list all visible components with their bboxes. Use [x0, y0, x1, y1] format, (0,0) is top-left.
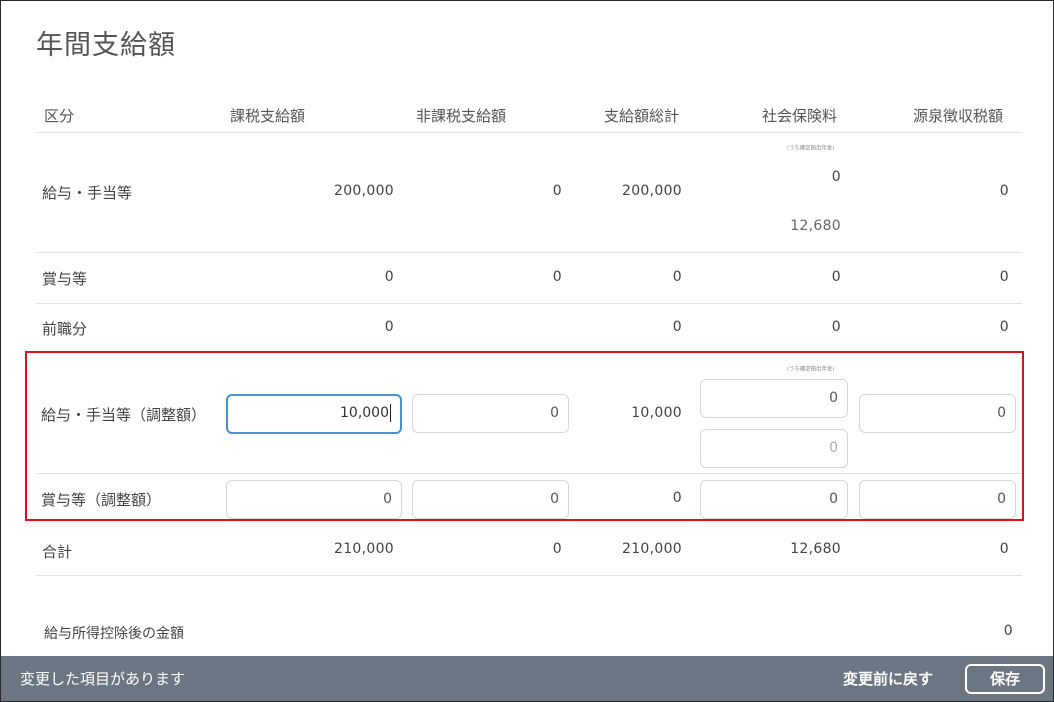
header-total: 支給額総計	[604, 107, 680, 125]
bonus-total: 0	[672, 269, 682, 285]
bonus-adj-total: 0	[672, 490, 682, 506]
bonus-adj-taxable-input[interactable]: 0	[226, 480, 402, 519]
previous-social-insurance: 0	[831, 319, 841, 335]
previous-total: 0	[672, 319, 682, 335]
header-taxable: 課税支給額	[230, 107, 306, 125]
divider	[36, 303, 1022, 304]
footer-bar: 変更した項目があります 変更前に戻す 保存	[1, 656, 1053, 701]
save-button[interactable]: 保存	[965, 664, 1045, 694]
row-label-total: 合計	[42, 543, 73, 561]
salary-social-insurance: 12,680	[790, 218, 841, 234]
salary-adj-withholding-input[interactable]: 0	[859, 394, 1016, 433]
bonus-adj-social-insurance-input[interactable]: 0	[700, 480, 848, 519]
salary-adj-taxable-value: 10,000	[340, 405, 389, 421]
row-label-salary: 給与・手当等	[42, 184, 133, 202]
header-social-insurance: 社会保険料	[762, 107, 838, 125]
salary-adj-total: 10,000	[631, 405, 682, 421]
header-category: 区分	[44, 107, 75, 125]
row-label-bonus: 賞与等	[42, 270, 88, 288]
header-nontaxable: 非課税支給額	[416, 107, 507, 125]
divider	[36, 132, 1022, 133]
divider	[36, 252, 1022, 253]
salary-social-dc: 0	[831, 169, 841, 185]
after-deduction-label: 給与所得控除後の金額	[44, 626, 184, 642]
row-label-bonus-adjustment: 賞与等（調整額）	[41, 491, 162, 509]
salary-taxable: 200,000	[334, 183, 394, 199]
salary-adj-nontaxable-input[interactable]: 0	[412, 394, 569, 433]
previous-taxable: 0	[384, 319, 394, 335]
revert-button[interactable]: 変更前に戻す	[843, 668, 933, 689]
page-title: 年間支給額	[36, 30, 176, 61]
salary-adj-dc-note: (うち確定拠出年金)	[787, 365, 835, 373]
divider	[36, 575, 1022, 576]
salary-adj-social-insurance-input[interactable]: 0	[700, 429, 848, 468]
salary-nontaxable: 0	[552, 183, 562, 199]
row-label-previous-job: 前職分	[42, 320, 88, 338]
bonus-withholding: 0	[999, 269, 1009, 285]
header-withholding-tax: 源泉徴収税額	[913, 107, 1004, 125]
bonus-social-insurance: 0	[831, 269, 841, 285]
unsaved-changes-message: 変更した項目があります	[20, 670, 186, 688]
bonus-nontaxable: 0	[552, 269, 562, 285]
sum-social-insurance: 12,680	[790, 541, 841, 557]
previous-withholding: 0	[999, 319, 1009, 335]
salary-adj-social-dc-input[interactable]: 0	[700, 379, 848, 418]
sum-taxable: 210,000	[334, 541, 394, 557]
sum-nontaxable: 0	[552, 541, 562, 557]
salary-adj-taxable-input[interactable]: 10,000	[226, 394, 402, 434]
sum-withholding: 0	[999, 541, 1009, 557]
salary-withholding: 0	[999, 183, 1009, 199]
after-deduction-value: 0	[1003, 623, 1013, 639]
row-label-salary-adjustment: 給与・手当等（調整額）	[41, 406, 207, 424]
bonus-taxable: 0	[384, 269, 394, 285]
text-caret	[390, 404, 391, 422]
bonus-adj-nontaxable-input[interactable]: 0	[412, 480, 569, 519]
annual-payment-panel: 年間支給額 区分 課税支給額 非課税支給額 支給額総計 社会保険料 源泉徴収税額…	[0, 0, 1054, 702]
bonus-adj-withholding-input[interactable]: 0	[859, 480, 1016, 519]
divider	[36, 473, 1022, 474]
sum-total: 210,000	[622, 541, 682, 557]
salary-dc-note: (うち確定拠出年金)	[787, 144, 835, 152]
salary-total: 200,000	[622, 183, 682, 199]
